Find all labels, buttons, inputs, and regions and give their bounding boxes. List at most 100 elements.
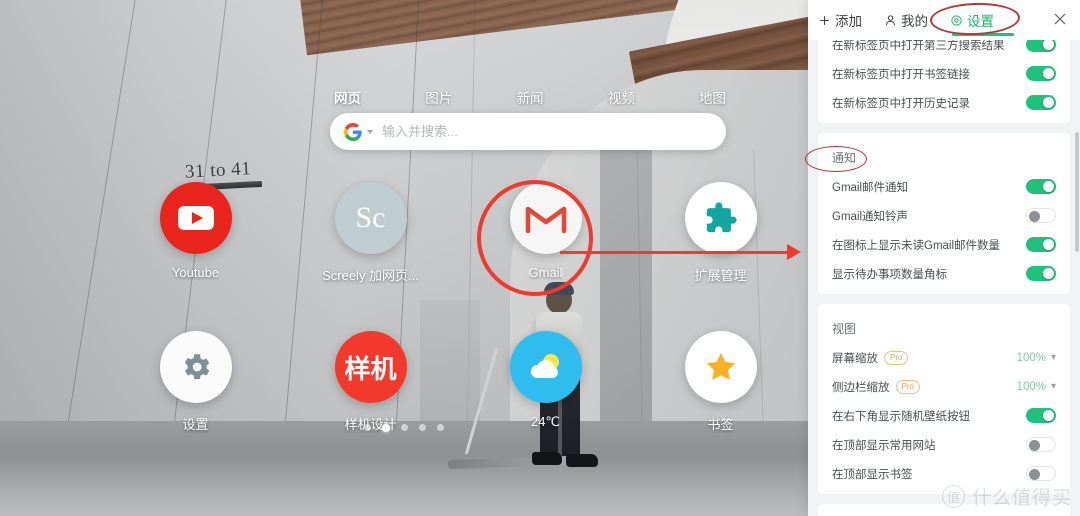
chevron-down-icon: ▾ [1050, 381, 1056, 392]
setting-toggle-on[interactable] [1026, 179, 1056, 194]
setting-label: 在顶部显示常用网站 [832, 439, 936, 452]
search-tab-video[interactable]: 视频 [604, 86, 639, 108]
shortcut-mockup[interactable]: 样机 样机设计 [283, 331, 458, 433]
add-button[interactable]: 添加 [818, 10, 862, 30]
shortcut-row-2: 设置 样机 样机设计 24℃ 书签 [108, 331, 808, 433]
setting-toggle-on[interactable] [1026, 40, 1056, 52]
shortcut-weather[interactable]: 24℃ [458, 331, 633, 433]
setting-toggle-on[interactable] [1026, 237, 1056, 252]
shortcut-grid: Youtube Sc Screely 加网页... Gmail 扩展管理 设置 … [108, 182, 808, 433]
search-tab-web[interactable]: 网页 [330, 86, 365, 108]
setting-row[interactable]: 在新标签页中打开书签链接 [818, 59, 1070, 88]
shortcut-bookmarks[interactable]: 书签 [633, 331, 808, 433]
search-input[interactable] [382, 124, 712, 139]
setting-label: Gmail邮件通知 [832, 181, 909, 194]
setting-label: 在新标签页中打开第三方搜索结果 [832, 40, 1005, 52]
person-icon [886, 14, 895, 25]
setting-row[interactable]: 在新标签页中打开第三方搜索结果 [818, 40, 1070, 59]
setting-label: 在新标签页中打开历史记录 [832, 97, 970, 110]
settings-group-general: 在新标签页中打开第三方搜索结果 在新标签页中打开书签链接 在新标签页中打开历史记… [818, 40, 1070, 123]
setting-row[interactable]: 在顶部显示常用网站 [818, 430, 1070, 459]
close-icon[interactable] [1052, 11, 1068, 27]
page-indicator [0, 424, 808, 432]
setting-label: 在顶部显示书签 [832, 468, 913, 481]
shortcut-screely[interactable]: Sc Screely 加网页... [283, 182, 458, 284]
my-account-button[interactable]: 我的 [884, 10, 928, 30]
setting-label-text: 屏幕缩放 [832, 352, 878, 365]
setting-label: 显示待办事项数量角标 [832, 268, 947, 281]
mockup-glyph: 样机 [344, 353, 397, 384]
settings-group-notifications: 通知 Gmail邮件通知 Gmail通知铃声 在图标上显示未读Gmail邮件数量… [818, 133, 1070, 294]
setting-row[interactable]: Gmail通知铃声 [818, 201, 1070, 230]
setting-toggle-on[interactable] [1026, 95, 1056, 110]
setting-toggle-on[interactable] [1026, 66, 1056, 81]
sidebar-zoom-value-dropdown[interactable]: 100% ▾ [1017, 381, 1056, 393]
setting-toggle-off[interactable] [1026, 437, 1056, 452]
group-title-notifications: 通知 [832, 151, 857, 165]
plus-icon [820, 15, 829, 25]
search-category-tabs: 网页 图片 新闻 视频 地图 [330, 86, 730, 108]
search-bar[interactable] [330, 113, 726, 150]
setting-row[interactable]: 在右下角显示随机壁纸按钮 [818, 401, 1070, 430]
settings-group-next [818, 504, 1070, 516]
setting-row[interactable]: 在新标签页中打开历史记录 [818, 88, 1070, 117]
setting-row[interactable]: 在顶部显示书签 [818, 459, 1070, 488]
setting-label: 在图标上显示未读Gmail邮件数量 [832, 239, 1001, 252]
wall-sign-text: 31 to 41 [184, 158, 252, 183]
setting-label: 在右下角显示随机壁纸按钮 [832, 410, 970, 423]
my-account-label: 我的 [901, 14, 928, 29]
setting-label: 屏幕缩放 Pro [832, 350, 909, 366]
screenshot-root: 31 to 41 网页 图片 新闻 视频 地图 输入并搜索... Youtube… [0, 0, 1080, 516]
setting-toggle-off[interactable] [1026, 466, 1056, 481]
settings-panel: 添加 我的 设置 在新标签页中打开第三方搜索结果 在新标签页中打开书签链接 在新… [808, 0, 1080, 516]
shortcut-extensions[interactable]: 扩展管理 [633, 182, 808, 284]
group-title-view: 视图 [832, 322, 857, 336]
search-tab-news[interactable]: 新闻 [513, 86, 548, 108]
chevron-down-icon: ▾ [1050, 352, 1056, 363]
pro-badge: Pro [895, 379, 920, 394]
page-dot[interactable] [401, 424, 408, 431]
shortcut-label: Youtube [171, 265, 220, 280]
settings-scroll-area[interactable]: 在新标签页中打开第三方搜索结果 在新标签页中打开书签链接 在新标签页中打开历史记… [808, 40, 1080, 516]
screely-icon[interactable]: Sc [334, 182, 407, 254]
setting-toggle-off[interactable] [1026, 208, 1056, 223]
page-dot[interactable] [437, 424, 444, 431]
setting-label-text: 侧边栏缩放 [832, 381, 890, 394]
gear-icon [951, 14, 962, 26]
value-text: 100% [1016, 351, 1046, 364]
setting-toggle-on[interactable] [1026, 408, 1056, 423]
page-dot[interactable] [419, 424, 426, 431]
setting-row[interactable]: 侧边栏缩放 Pro 100% ▾ [818, 372, 1070, 401]
page-dot-active[interactable] [382, 424, 390, 432]
setting-row[interactable]: Gmail邮件通知 [818, 172, 1070, 201]
page-dot[interactable] [364, 424, 371, 431]
settings-tab-label: 设置 [967, 14, 994, 29]
shortcut-label: Gmail [528, 265, 563, 280]
weather-icon[interactable] [509, 331, 582, 403]
star-icon[interactable] [684, 331, 757, 403]
panel-scrollbar[interactable] [1075, 132, 1079, 252]
search-engine-chevron-down-icon[interactable] [367, 129, 373, 134]
settings-tab-underline [952, 33, 1014, 36]
shortcut-label: Screely 加网页... [322, 268, 419, 283]
shortcut-label: 扩展管理 [694, 268, 747, 283]
setting-row[interactable]: 在图标上显示未读Gmail邮件数量 [818, 230, 1070, 259]
mockup-icon[interactable]: 样机 [334, 331, 407, 403]
value-text: 100% [1016, 380, 1046, 393]
screen-zoom-value-dropdown[interactable]: 100% ▾ [1017, 352, 1056, 364]
setting-toggle-on[interactable] [1026, 266, 1056, 281]
shortcut-youtube[interactable]: Youtube [108, 182, 283, 284]
setting-row[interactable]: 显示待办事项数量角标 [818, 259, 1070, 288]
search-tab-maps[interactable]: 地图 [695, 86, 730, 108]
setting-label: 侧边栏缩放 Pro [832, 379, 920, 395]
youtube-icon[interactable] [159, 182, 232, 254]
gear-icon[interactable] [159, 331, 232, 403]
shortcut-gmail[interactable]: Gmail [458, 182, 633, 284]
search-tab-images[interactable]: 图片 [421, 86, 456, 108]
shortcut-settings[interactable]: 设置 [108, 331, 283, 433]
setting-row[interactable]: 屏幕缩放 Pro 100% ▾ [818, 343, 1070, 372]
gmail-icon[interactable] [509, 182, 582, 254]
settings-tab[interactable]: 设置 [950, 10, 1014, 36]
panel-header: 添加 我的 设置 [808, 0, 1080, 40]
puzzle-icon[interactable] [684, 182, 757, 254]
